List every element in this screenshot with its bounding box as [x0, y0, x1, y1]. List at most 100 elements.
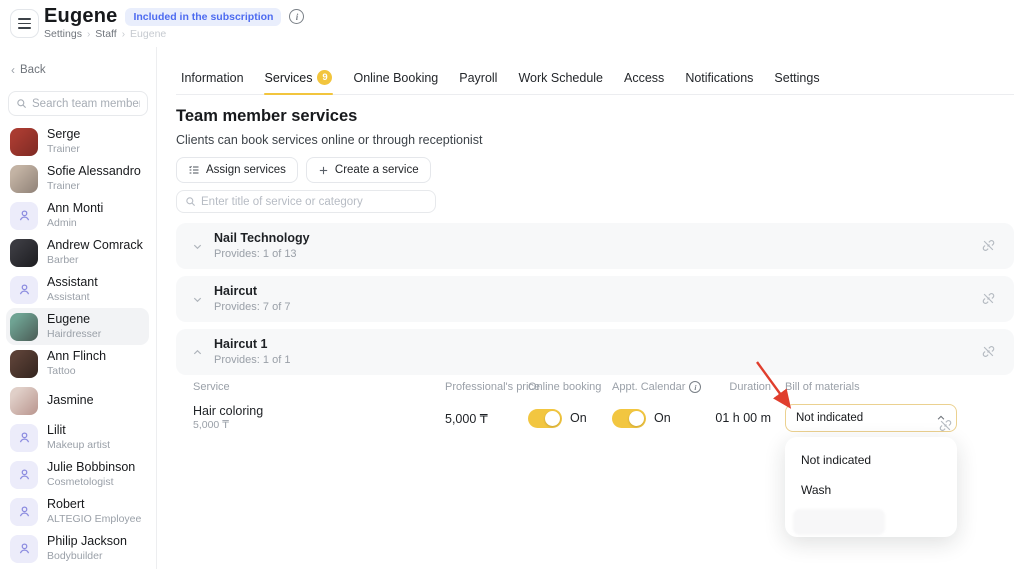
appt-calendar-state: On	[654, 411, 671, 425]
tab-notifications[interactable]: Notifications	[684, 69, 754, 94]
dropdown-value: Not indicated	[796, 412, 863, 424]
search-team-member-input[interactable]	[32, 98, 140, 110]
avatar	[10, 313, 38, 341]
tab-services[interactable]: Services 9	[264, 69, 334, 94]
member-name: Jasmine	[47, 393, 94, 409]
list-check-icon	[188, 164, 200, 176]
breadcrumb-settings[interactable]: Settings	[44, 28, 82, 40]
member-name: Lilit	[47, 423, 110, 439]
hamburger-icon	[18, 18, 31, 28]
team-member-item[interactable]: Eugene Hairdresser	[6, 308, 149, 345]
service-table: Service Professional's price Online book…	[176, 377, 1014, 487]
team-sidebar: ‹ Back Serge Trainer Sofie Alessandro Tr…	[0, 47, 157, 569]
team-member-item[interactable]: Sofie Alessandro Trainer	[6, 160, 149, 197]
service-search-input[interactable]	[201, 196, 427, 208]
avatar	[10, 424, 38, 452]
tab-label: Settings	[774, 71, 819, 85]
avatar	[10, 350, 38, 378]
member-name: Sofie Alessandro	[47, 164, 141, 180]
category-provides-count: Provides: 7 of 7	[214, 301, 290, 313]
col-header-service: Service	[193, 381, 230, 393]
category-name: Nail Technology	[214, 231, 310, 245]
chevron-down-icon[interactable]	[192, 241, 203, 252]
dropdown-option[interactable]: Not indicated	[785, 443, 957, 473]
avatar	[10, 239, 38, 267]
plus-icon	[318, 165, 329, 176]
duration-value: 01 h 00 m	[691, 403, 771, 433]
tab-access[interactable]: Access	[623, 69, 665, 94]
search-icon	[16, 98, 27, 109]
team-member-item[interactable]: Andrew Comrack Barber	[6, 234, 149, 271]
main-panel: Information Services 9 Online Booking Pa…	[157, 47, 1024, 569]
toggle-knob	[545, 411, 560, 426]
tab-work-schedule[interactable]: Work Schedule	[517, 69, 604, 94]
col-header-online-booking: Online booking	[528, 381, 601, 393]
info-icon[interactable]: i	[289, 9, 304, 24]
chevron-left-icon: ‹	[11, 63, 15, 77]
section-title: Team member services	[176, 107, 357, 126]
member-role: ALTEGIO Employee	[47, 513, 141, 526]
team-member-search[interactable]	[8, 91, 148, 116]
avatar	[10, 276, 38, 304]
team-member-item[interactable]: Robert ALTEGIO Employee	[6, 493, 149, 530]
toggle-knob	[629, 411, 644, 426]
appt-calendar-toggle[interactable]	[612, 409, 646, 428]
member-role: Trainer	[47, 143, 80, 156]
tab-count-badge: 9	[317, 70, 332, 85]
service-search[interactable]	[176, 190, 436, 213]
menu-button[interactable]	[10, 9, 39, 38]
back-link[interactable]: ‹ Back	[11, 63, 46, 77]
team-member-item[interactable]: Lilit Makeup artist	[6, 419, 149, 456]
assign-services-button[interactable]: Assign services	[176, 157, 298, 183]
team-member-item[interactable]: Ann Monti Admin	[6, 197, 149, 234]
bill-of-materials-dropdown[interactable]: Not indicated	[785, 404, 957, 432]
team-member-item[interactable]: Philip Jackson Bodybuilder	[6, 530, 149, 567]
member-name: Eugene	[47, 312, 101, 328]
breadcrumb-current: Eugene	[130, 28, 166, 40]
service-category-row[interactable]: Haircut Provides: 7 of 7	[176, 276, 1014, 322]
service-category-row[interactable]: Haircut 1 Provides: 1 of 1	[176, 329, 1014, 375]
service-row: Hair coloring 5,000 ₸	[193, 403, 263, 433]
col-header-bill-of-materials: Bill of materials	[785, 381, 860, 393]
avatar	[10, 535, 38, 563]
chevron-down-icon[interactable]	[192, 294, 203, 305]
member-role: Admin	[47, 217, 103, 230]
service-category-row[interactable]: Nail Technology Provides: 1 of 13	[176, 223, 1014, 269]
dropdown-option-blurred	[793, 509, 885, 535]
person-icon	[17, 541, 32, 556]
category-name: Haircut	[214, 284, 257, 298]
tab-payroll[interactable]: Payroll	[458, 69, 498, 94]
unlink-icon[interactable]	[981, 238, 996, 253]
bom-option-list: Not indicatedWash	[785, 443, 957, 503]
team-member-item[interactable]: Serge Trainer	[6, 123, 149, 160]
col-header-appt-calendar: Appt. Calendar i	[612, 381, 701, 393]
member-role: Bodybuilder	[47, 550, 127, 563]
member-name: Serge	[47, 127, 80, 143]
team-member-item[interactable]: Assistant Assistant	[6, 271, 149, 308]
breadcrumb-staff[interactable]: Staff	[95, 28, 116, 40]
team-member-item[interactable]: Ann Flinch Tattoo	[6, 345, 149, 382]
team-member-item[interactable]: Jasmine	[6, 382, 149, 419]
service-category-list: Nail Technology Provides: 1 of 13 Haircu…	[176, 223, 1014, 382]
service-name: Hair coloring	[193, 403, 263, 419]
member-role: Cosmetologist	[47, 476, 135, 489]
back-label: Back	[20, 64, 46, 76]
unlink-icon[interactable]	[938, 418, 953, 433]
tab-label: Payroll	[459, 71, 497, 85]
avatar	[10, 128, 38, 156]
team-member-item[interactable]: Julie Bobbinson Cosmetologist	[6, 456, 149, 493]
avatar	[10, 461, 38, 489]
create-service-label: Create a service	[335, 164, 419, 176]
tab-label: Online Booking	[353, 71, 438, 85]
dropdown-option[interactable]: Wash	[785, 473, 957, 503]
online-booking-toggle[interactable]	[528, 409, 562, 428]
create-service-button[interactable]: Create a service	[306, 157, 431, 183]
member-name: Assistant	[47, 275, 98, 291]
unlink-icon[interactable]	[981, 291, 996, 306]
unlink-icon[interactable]	[981, 344, 996, 359]
tab-label: Work Schedule	[518, 71, 603, 85]
chevron-up-icon[interactable]	[192, 347, 203, 358]
tab-settings[interactable]: Settings	[773, 69, 820, 94]
tab-information[interactable]: Information	[180, 69, 245, 94]
tab-online-booking[interactable]: Online Booking	[352, 69, 439, 94]
